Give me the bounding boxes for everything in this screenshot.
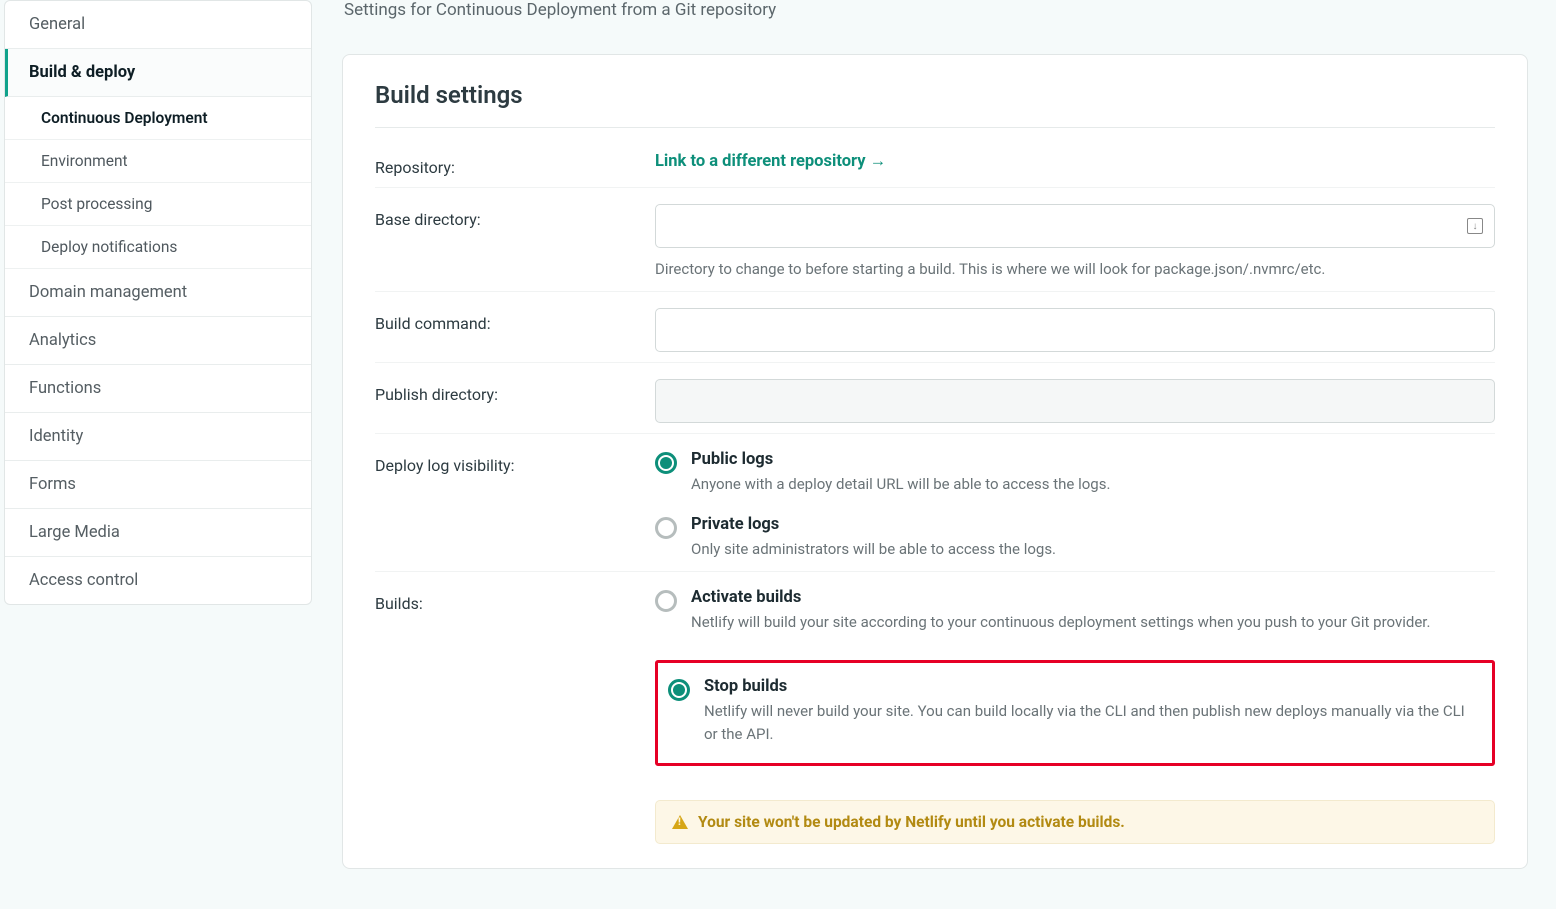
sidebar-item-large-media[interactable]: Large Media	[5, 509, 311, 557]
sidebar-sub-post-processing[interactable]: Post processing	[5, 183, 311, 226]
sidebar-sub-continuous-deployment[interactable]: Continuous Deployment	[5, 97, 311, 140]
build-settings-card: Build settings Repository: Link to a dif…	[342, 54, 1528, 869]
build-command-input[interactable]	[655, 308, 1495, 352]
sidebar-sub-environment[interactable]: Environment	[5, 140, 311, 183]
sidebar-item-access-control[interactable]: Access control	[5, 557, 311, 604]
warning-text: Your site won't be updated by Netlify un…	[698, 813, 1125, 831]
radio-icon	[668, 679, 690, 701]
radio-public-logs[interactable]: Public logs Anyone with a deploy detail …	[655, 450, 1495, 496]
sidebar-item-domain-management[interactable]: Domain management	[5, 269, 311, 317]
publish-directory-label: Publish directory:	[375, 379, 655, 404]
stop-builds-title: Stop builds	[704, 677, 1482, 696]
radio-private-logs[interactable]: Private logs Only site administrators wi…	[655, 515, 1495, 561]
page-subtitle: Settings for Continuous Deployment from …	[344, 0, 1528, 20]
main-content: Settings for Continuous Deployment from …	[312, 0, 1556, 909]
activate-builds-title: Activate builds	[691, 588, 1495, 607]
builds-warning-banner: Your site won't be updated by Netlify un…	[655, 800, 1495, 844]
sidebar-item-analytics[interactable]: Analytics	[5, 317, 311, 365]
deploy-log-visibility-label: Deploy log visibility:	[375, 450, 655, 475]
base-directory-help: Directory to change to before starting a…	[655, 258, 1495, 281]
sidebar-item-identity[interactable]: Identity	[5, 413, 311, 461]
base-directory-input[interactable]	[655, 204, 1495, 248]
warning-icon	[672, 815, 688, 829]
private-logs-title: Private logs	[691, 515, 1495, 534]
radio-icon	[655, 517, 677, 539]
base-directory-label: Base directory:	[375, 204, 655, 229]
link-different-repository[interactable]: Link to a different repository →	[655, 152, 886, 171]
repository-label: Repository:	[375, 152, 655, 177]
sidebar-item-build-deploy[interactable]: Build & deploy	[5, 49, 311, 97]
stop-builds-desc: Netlify will never build your site. You …	[704, 700, 1482, 747]
sidebar-sub-deploy-notifications[interactable]: Deploy notifications	[5, 226, 311, 269]
sidebar-item-functions[interactable]: Functions	[5, 365, 311, 413]
radio-stop-builds[interactable]: Stop builds Netlify will never build you…	[668, 677, 1482, 747]
radio-icon	[655, 452, 677, 474]
sidebar-item-general[interactable]: General	[5, 1, 311, 49]
radio-icon	[655, 590, 677, 612]
autofill-icon: ↓	[1467, 218, 1483, 234]
build-command-label: Build command:	[375, 308, 655, 333]
activate-builds-desc: Netlify will build your site according t…	[691, 611, 1495, 634]
sidebar-item-forms[interactable]: Forms	[5, 461, 311, 509]
settings-sidebar: General Build & deploy Continuous Deploy…	[4, 0, 312, 605]
public-logs-desc: Anyone with a deploy detail URL will be …	[691, 473, 1495, 496]
card-title: Build settings	[375, 81, 1495, 128]
private-logs-desc: Only site administrators will be able to…	[691, 538, 1495, 561]
publish-directory-input[interactable]	[655, 379, 1495, 423]
public-logs-title: Public logs	[691, 450, 1495, 469]
radio-activate-builds[interactable]: Activate builds Netlify will build your …	[655, 588, 1495, 634]
stop-builds-highlight: Stop builds Netlify will never build you…	[655, 660, 1495, 766]
builds-label: Builds:	[375, 588, 655, 613]
